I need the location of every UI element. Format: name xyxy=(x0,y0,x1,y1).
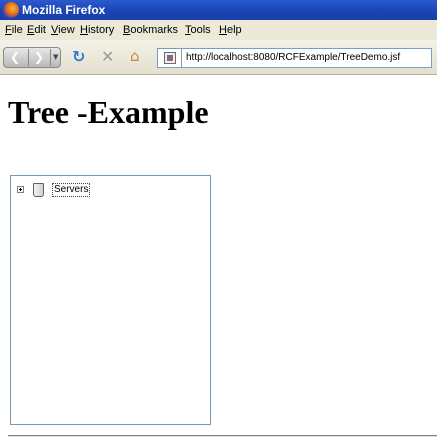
stop-icon[interactable]: ✕ xyxy=(101,49,114,65)
home-icon[interactable]: ⌂ xyxy=(130,49,140,64)
back-icon[interactable]: ❮ xyxy=(10,51,20,63)
menu-edit[interactable]: Edit xyxy=(27,23,46,37)
menu-history[interactable]: History xyxy=(80,23,114,37)
menu-bar: File Edit View History Bookmarks Tools H… xyxy=(0,20,437,40)
menu-view[interactable]: View xyxy=(51,23,75,37)
tree-node-label[interactable]: Servers xyxy=(52,183,91,197)
back-forward-divider xyxy=(28,49,29,66)
navigation-toolbar: ❮ ❯ ▼ ↻ ✕ ⌂ http://localhost:8080/RCFExa… xyxy=(0,40,437,75)
menu-help[interactable]: Help xyxy=(219,23,242,37)
site-icon xyxy=(164,52,176,64)
history-dropdown-divider xyxy=(50,49,51,66)
window-titlebar: Mozilla Firefox xyxy=(0,0,437,20)
firefox-logo-icon xyxy=(3,2,19,18)
window-title: Mozilla Firefox xyxy=(22,3,106,17)
url-separator xyxy=(181,49,182,67)
tree-panel: Servers xyxy=(10,175,211,425)
history-dropdown-icon[interactable]: ▼ xyxy=(53,54,58,61)
horizontal-rule-shadow xyxy=(8,436,437,437)
server-icon xyxy=(33,183,44,197)
page-title: Tree -Example xyxy=(8,94,209,130)
back-forward-group: ❮ ❯ ▼ xyxy=(3,47,61,68)
menu-bookmarks[interactable]: Bookmarks xyxy=(123,23,178,37)
expand-plus-icon[interactable] xyxy=(17,186,24,193)
url-bar[interactable]: http://localhost:8080/RCFExample/TreeDem… xyxy=(157,48,432,68)
url-text[interactable]: http://localhost:8080/RCFExample/TreeDem… xyxy=(186,52,400,63)
menu-tools[interactable]: Tools xyxy=(185,23,211,37)
menu-file[interactable]: File xyxy=(5,23,23,37)
reload-icon[interactable]: ↻ xyxy=(72,49,85,65)
forward-icon[interactable]: ❯ xyxy=(34,51,44,63)
